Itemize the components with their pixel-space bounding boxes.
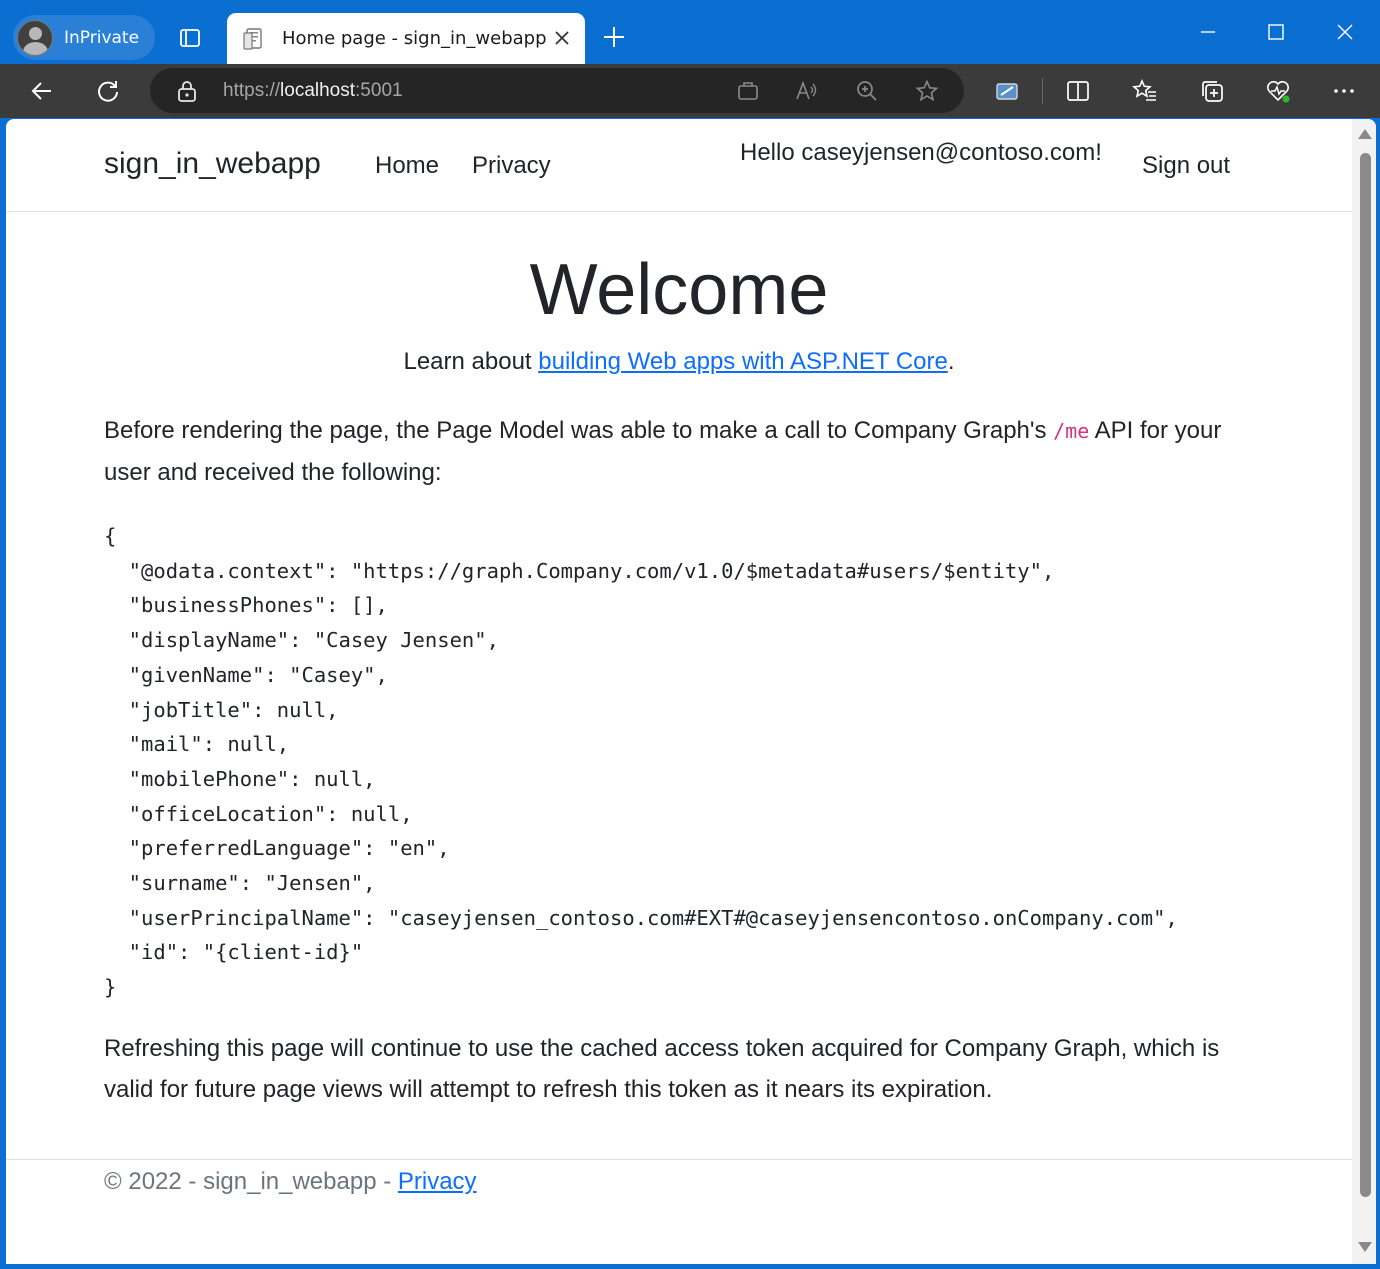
- minimize-icon[interactable]: [1190, 14, 1226, 50]
- app-available-icon[interactable]: [734, 77, 762, 105]
- json-line: "officeLocation": null,: [104, 801, 413, 826]
- scroll-down-icon[interactable]: [1358, 1242, 1372, 1252]
- sign-out-link[interactable]: Sign out: [1142, 152, 1230, 180]
- me-endpoint-code: /me: [1053, 419, 1090, 443]
- footer-text: © 2022 - sign_in_webapp - Privacy: [104, 1168, 477, 1196]
- json-line: "id": "{client-id}": [104, 940, 364, 965]
- json-line: "givenName": "Casey",: [104, 662, 388, 687]
- site-navbar: sign_in_webapp Home Privacy Hello caseyj…: [6, 119, 1352, 212]
- learn-text: Learn about building Web apps with ASP.N…: [6, 348, 1352, 376]
- json-line: "businessPhones": [],: [104, 593, 388, 618]
- json-line: "mobilePhone": null,: [104, 766, 376, 791]
- url-port: :5001: [355, 80, 403, 101]
- nav-privacy-link[interactable]: Privacy: [472, 152, 551, 180]
- json-line: "userPrincipalName": "caseyjensen_contos…: [104, 905, 1178, 930]
- collections-icon[interactable]: [1192, 72, 1232, 110]
- url-host: localhost: [280, 80, 356, 101]
- tab-actions-icon[interactable]: [170, 20, 210, 56]
- toolbar-separator: [1042, 78, 1043, 104]
- lock-icon[interactable]: [176, 79, 198, 103]
- json-line: "preferredLanguage": "en",: [104, 836, 450, 861]
- new-tab-icon[interactable]: [597, 20, 631, 54]
- inprivate-label: InPrivate: [64, 27, 140, 48]
- intro-before: Before rendering the page, the Page Mode…: [104, 417, 1054, 444]
- site-footer: © 2022 - sign_in_webapp - Privacy: [6, 1159, 1352, 1195]
- url-text[interactable]: https://localhost:5001: [223, 80, 403, 102]
- json-line: "displayName": "Casey Jensen",: [104, 628, 499, 653]
- extension-icon[interactable]: [987, 72, 1027, 110]
- maximize-icon[interactable]: [1258, 14, 1294, 50]
- read-aloud-icon[interactable]: [793, 77, 821, 105]
- page-favicon-icon: [243, 27, 262, 50]
- nav-home-link[interactable]: Home: [375, 152, 439, 180]
- page-viewport: sign_in_webapp Home Privacy Hello caseyj…: [6, 119, 1376, 1264]
- learn-prefix: Learn about: [403, 348, 539, 375]
- site-brand-link[interactable]: sign_in_webapp: [104, 147, 321, 181]
- json-line: "surname": "Jensen",: [104, 871, 376, 896]
- close-tab-icon[interactable]: [551, 27, 573, 49]
- learn-suffix: .: [947, 348, 955, 375]
- json-line: }: [104, 975, 117, 1000]
- refresh-icon[interactable]: [88, 72, 128, 110]
- favorites-icon[interactable]: [1125, 72, 1165, 110]
- profile-avatar-icon: [17, 19, 53, 56]
- favorite-star-icon[interactable]: [913, 77, 941, 105]
- graph-response-json: { "@odata.context": "https://graph.Compa…: [104, 519, 1178, 1005]
- json-line: "jobTitle": null,: [104, 697, 339, 722]
- aspnet-docs-link[interactable]: building Web apps with ASP.NET Core: [538, 348, 948, 375]
- browser-toolbar: https://localhost:5001: [0, 64, 1380, 118]
- browser-title-bar: InPrivate Home page - sign_in_webapp: [0, 0, 1380, 64]
- back-icon[interactable]: [22, 72, 62, 110]
- tab-title: Home page - sign_in_webapp: [282, 28, 547, 49]
- settings-more-icon[interactable]: [1324, 72, 1364, 110]
- json-line: "mail": null,: [104, 732, 290, 757]
- copyright-text: © 2022 - sign_in_webapp -: [104, 1168, 398, 1195]
- address-bar[interactable]: https://localhost:5001: [150, 68, 964, 113]
- user-greeting: Hello caseyjensen@contoso.com!: [740, 139, 1102, 166]
- browser-essentials-icon[interactable]: [1258, 72, 1298, 110]
- vertical-scrollbar[interactable]: [1352, 119, 1376, 1264]
- split-screen-icon[interactable]: [1058, 72, 1098, 110]
- intro-paragraph: Before rendering the page, the Page Mode…: [104, 410, 1234, 493]
- json-line: {: [104, 524, 117, 548]
- scrollbar-thumb[interactable]: [1360, 153, 1371, 1197]
- footer-privacy-link[interactable]: Privacy: [398, 1168, 477, 1195]
- inprivate-button[interactable]: InPrivate: [13, 15, 155, 60]
- window-close-icon[interactable]: [1327, 14, 1363, 50]
- scroll-up-icon[interactable]: [1358, 129, 1372, 139]
- browser-tab-active[interactable]: Home page - sign_in_webapp: [227, 13, 585, 64]
- page-title: Welcome: [529, 250, 829, 330]
- zoom-icon[interactable]: [853, 77, 881, 105]
- json-line: "@odata.context": "https://graph.Company…: [104, 558, 1055, 583]
- refresh-paragraph: Refreshing this page will continue to us…: [104, 1035, 1220, 1103]
- url-scheme: https://: [223, 80, 281, 101]
